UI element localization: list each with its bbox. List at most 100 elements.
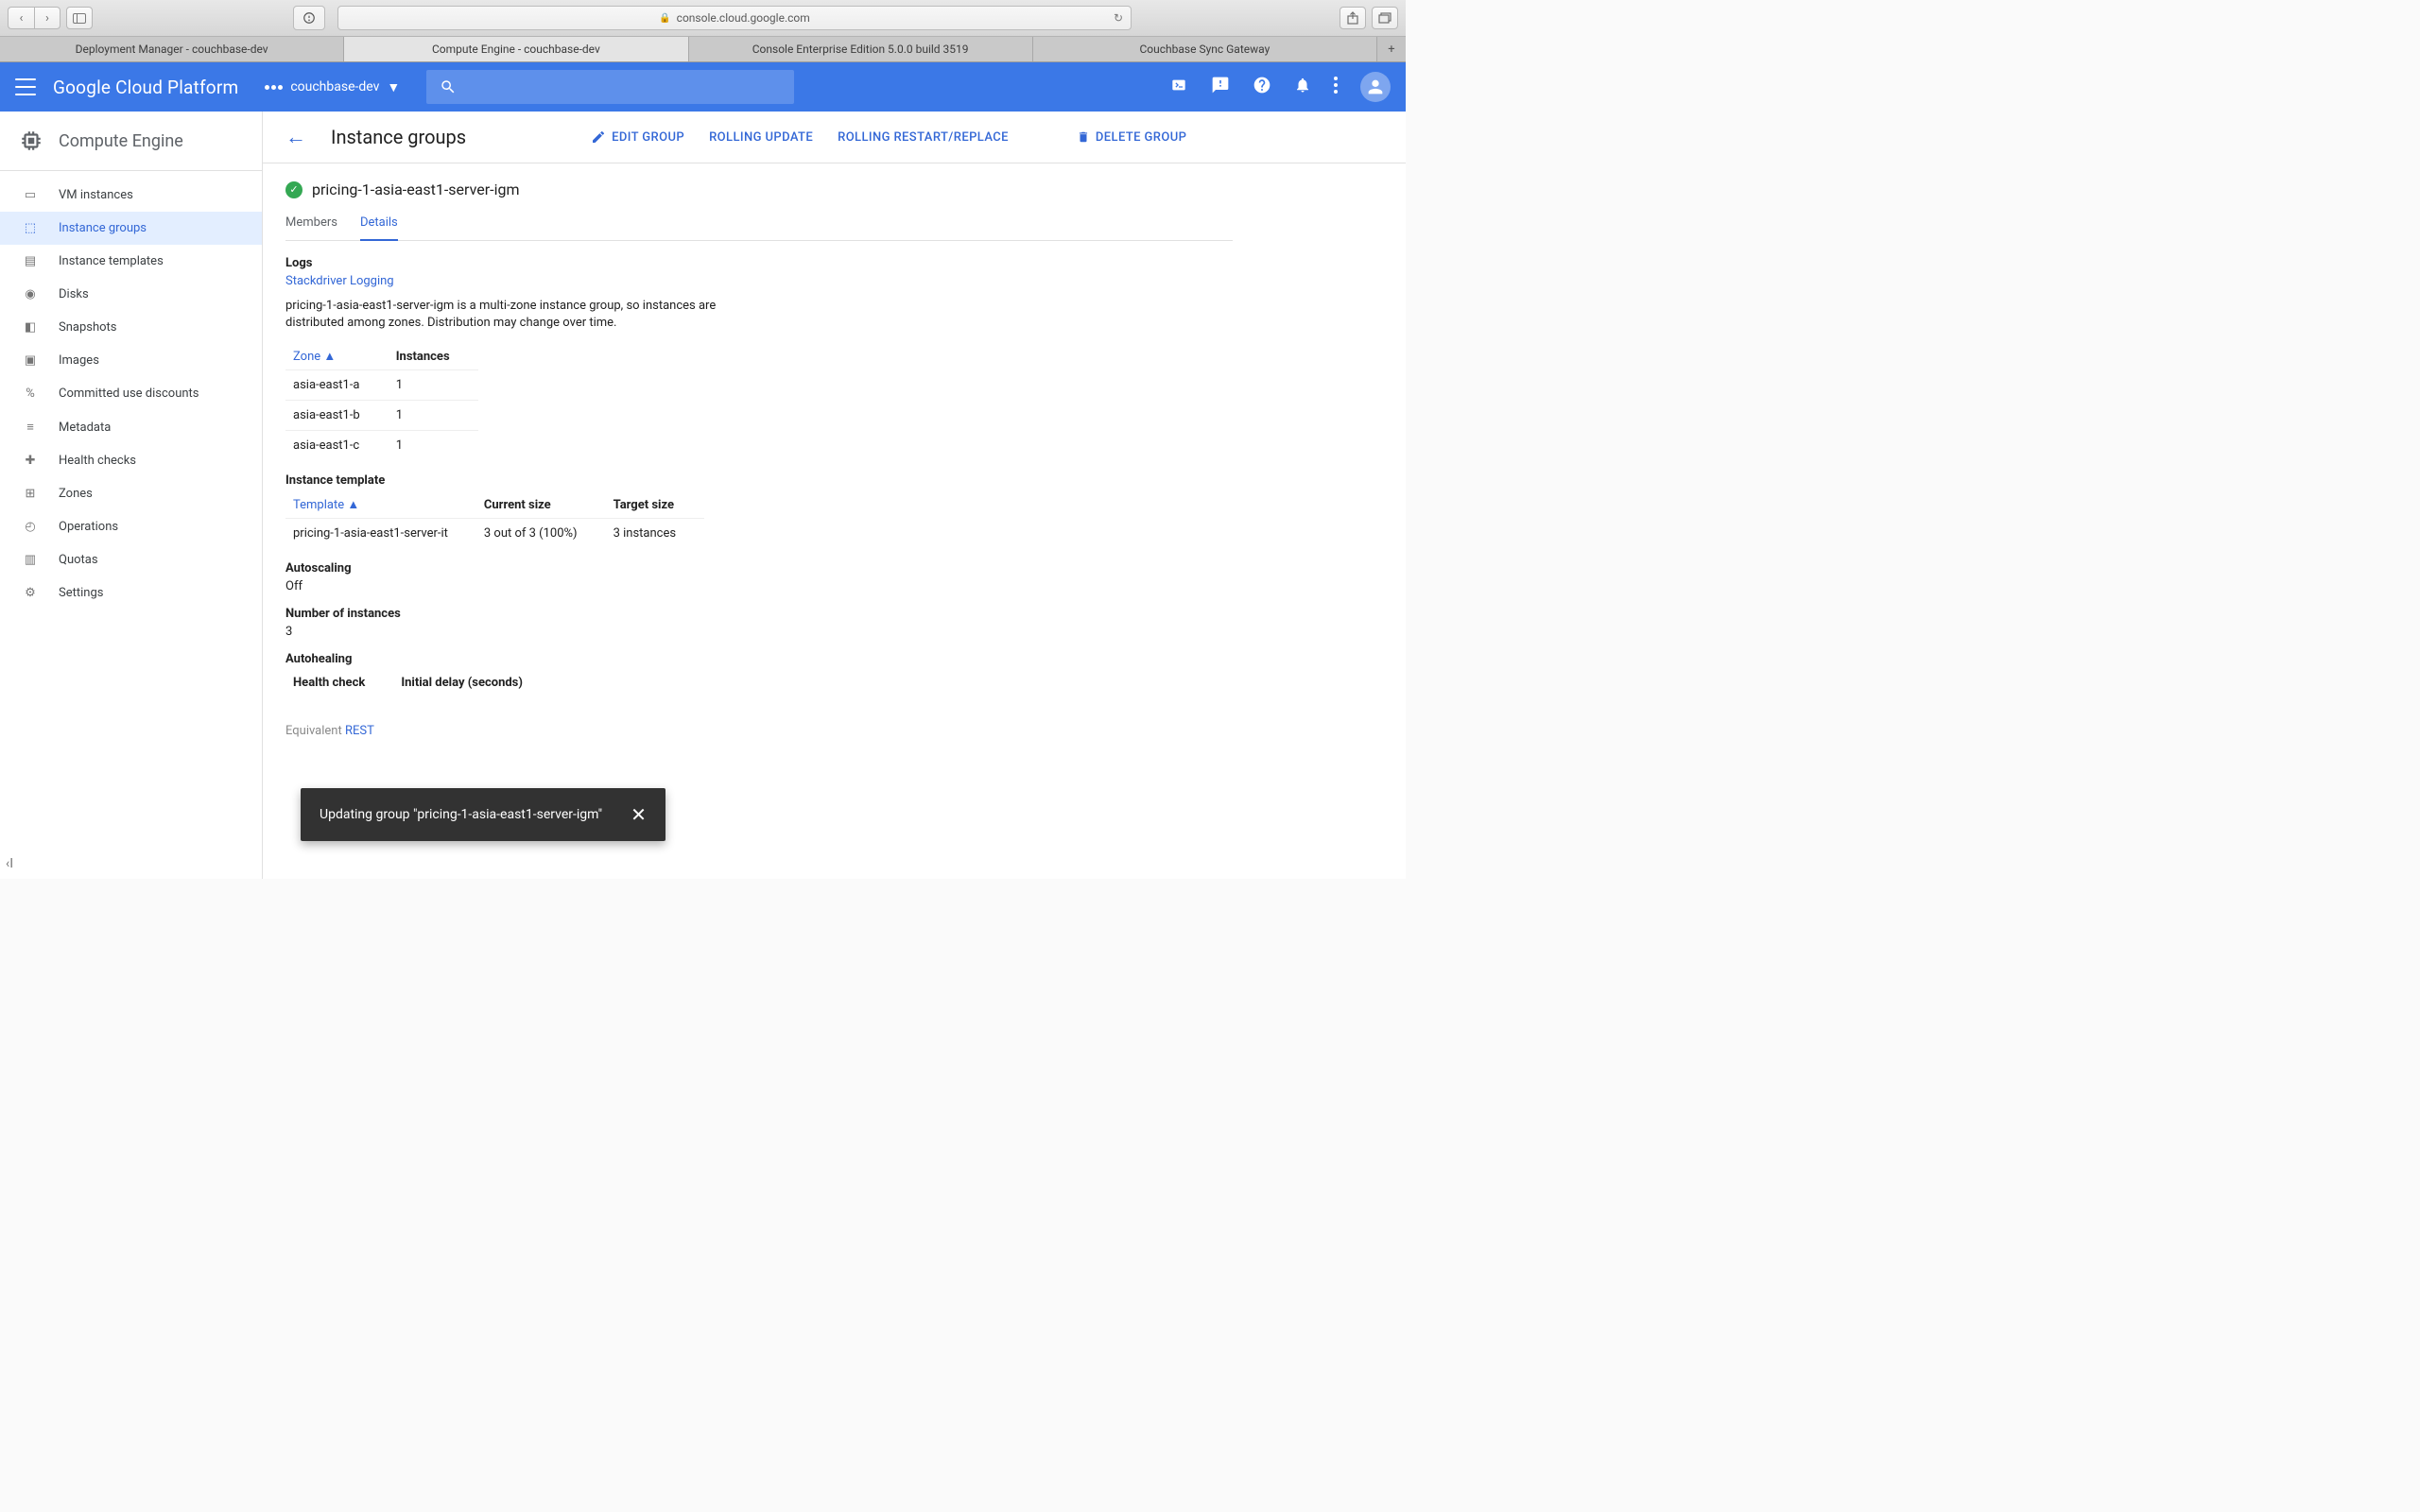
search-icon [440, 78, 457, 95]
rest-link[interactable]: REST [345, 724, 374, 738]
nav-icon: ⬚ [21, 221, 40, 235]
browser-tab[interactable]: Deployment Manager - couchbase-dev [0, 37, 344, 61]
url-bar[interactable]: 🔒 console.cloud.google.com ↻ [337, 6, 1132, 30]
nav-label: Instance templates [59, 254, 164, 268]
delay-header[interactable]: Initial delay (seconds) [393, 670, 551, 696]
template-label: Instance template [285, 473, 1233, 488]
close-icon[interactable]: ✕ [631, 803, 647, 826]
autoscaling-value: Off [285, 579, 1233, 593]
rolling-update-button[interactable]: ROLLING UPDATE [709, 130, 813, 145]
compute-engine-icon [19, 129, 43, 153]
search-input[interactable] [426, 70, 794, 104]
menu-icon[interactable] [15, 78, 36, 95]
table-row: asia-east1-b1 [285, 401, 478, 431]
sidebar-item-vm-instances[interactable]: ▭ VM instances [0, 179, 262, 212]
sidebar-item-instance-groups[interactable]: ⬚ Instance groups [0, 212, 262, 245]
more-icon[interactable] [1334, 77, 1338, 98]
nav-label: Health checks [59, 454, 136, 468]
platform-logo[interactable]: Google Cloud Platform [53, 77, 238, 98]
autohealing-label: Autohealing [285, 652, 1233, 666]
sidebar-nav: ▭ VM instances ⬚ Instance groups ▤ Instance t… [0, 171, 262, 617]
new-tab-button[interactable]: + [1377, 37, 1406, 61]
notifications-icon[interactable] [1294, 76, 1311, 99]
sidebar-item-zones[interactable]: ⊞Zones [0, 477, 262, 510]
reader-button[interactable] [293, 6, 325, 30]
table-row: asia-east1-c1 [285, 431, 478, 461]
current-size-header[interactable]: Current size [476, 491, 606, 519]
nav-label: Images [59, 353, 99, 368]
reload-icon[interactable]: ↻ [1114, 11, 1123, 25]
table-row: asia-east1-a1 [285, 370, 478, 401]
instances-count-label: Number of instances [285, 607, 1233, 621]
forward-button[interactable]: › [34, 7, 60, 29]
nav-icon: ▭ [21, 188, 40, 202]
nav-icon: ⊞ [21, 487, 40, 501]
sidebar-item-metadata[interactable]: ≡Metadata [0, 410, 262, 444]
sidebar-item-disks[interactable]: ◉Disks [0, 278, 262, 311]
health-check-header[interactable]: Health check [285, 670, 393, 696]
stackdriver-link[interactable]: Stackdriver Logging [285, 274, 1233, 288]
sidebar-item-instance-templates[interactable]: ▤ Instance templates [0, 245, 262, 278]
target-size-header[interactable]: Target size [606, 491, 705, 519]
action-bar: ← Instance groups EDIT GROUP ROLLING UPD… [263, 112, 1406, 163]
sidebar-collapse[interactable]: ‹I [0, 849, 262, 879]
status-ok-icon: ✓ [285, 181, 302, 198]
sidebar-item-operations[interactable]: ◴Operations [0, 510, 262, 543]
nav-label: Operations [59, 520, 118, 534]
project-picker[interactable]: couchbase-dev ▼ [255, 74, 409, 101]
template-header[interactable]: Template ▲ [285, 491, 476, 519]
table-row: pricing-1-asia-east1-server-it 3 out of … [285, 519, 704, 549]
sidebar-item-quotas[interactable]: ▥Quotas [0, 543, 262, 576]
sidebar-item-settings[interactable]: ⚙Settings [0, 576, 262, 610]
toast-message: Updating group "pricing-1-asia-east1-ser… [320, 807, 602, 822]
sidebar-item-snapshots[interactable]: ◧Snapshots [0, 311, 262, 344]
tab-members[interactable]: Members [285, 210, 337, 240]
sidebar-item-health-checks[interactable]: ✚ Health checks [0, 444, 262, 477]
main-content: ← Instance groups EDIT GROUP ROLLING UPD… [263, 112, 1406, 879]
toast: Updating group "pricing-1-asia-east1-ser… [301, 788, 666, 841]
delete-group-button[interactable]: DELETE GROUP [1077, 129, 1186, 145]
instances-count-value: 3 [285, 625, 1233, 639]
browser-tab[interactable]: Console Enterprise Edition 5.0.0 build 3… [689, 37, 1033, 61]
nav-label: Instance groups [59, 221, 147, 235]
avatar[interactable] [1360, 72, 1391, 102]
page-title: Instance groups [331, 126, 466, 148]
nav-label: Settings [59, 586, 103, 600]
autohealing-table: Health check Initial delay (seconds) [285, 670, 551, 696]
project-name: couchbase-dev [290, 79, 379, 94]
share-button[interactable] [1340, 7, 1366, 29]
edit-group-button[interactable]: EDIT GROUP [591, 129, 684, 145]
nav-icon: ▣ [21, 353, 40, 368]
nav-icon: ✚ [21, 454, 40, 468]
tabs-button[interactable] [1372, 7, 1398, 29]
zone-header[interactable]: Zone ▲ [285, 343, 389, 370]
sidebar-item-committed-use-discounts[interactable]: %Committed use discounts [0, 377, 262, 410]
browser-tab[interactable]: Compute Engine - couchbase-dev [344, 37, 688, 61]
nav-icon: ▤ [21, 254, 40, 268]
safari-toolbar: ‹ › 🔒 console.cloud.google.com ↻ [0, 0, 1406, 37]
sidebar-toggle-button[interactable] [66, 7, 93, 29]
cloud-shell-icon[interactable] [1169, 77, 1188, 97]
back-button[interactable]: ‹ [8, 7, 34, 29]
template-table: Template ▲ Current size Target size pric… [285, 491, 704, 548]
nav-back-forward: ‹ › [8, 7, 60, 29]
feedback-icon[interactable] [1211, 76, 1230, 99]
rolling-restart-button[interactable]: ROLLING RESTART/REPLACE [838, 130, 1009, 145]
nav-label: VM instances [59, 188, 133, 202]
sidebar: Compute Engine ▭ VM instances ⬚ Instance gr… [0, 112, 263, 879]
sidebar-item-images[interactable]: ▣ Images [0, 344, 262, 377]
nav-icon: ◉ [21, 287, 40, 301]
chevron-down-icon: ▼ [387, 79, 400, 95]
tab-details[interactable]: Details [360, 210, 398, 241]
back-arrow-icon[interactable]: ← [285, 125, 306, 149]
logs-label: Logs [285, 256, 1233, 270]
instances-header[interactable]: Instances [389, 343, 478, 370]
instance-group-name: ✓ pricing-1-asia-east1-server-igm [285, 180, 1233, 198]
header-utilities [1169, 72, 1391, 102]
zone-table: Zone ▲ Instances asia-east1-a1asia-east1… [285, 343, 478, 460]
autoscaling-label: Autoscaling [285, 561, 1233, 576]
help-icon[interactable] [1253, 76, 1271, 99]
equivalent-rest: Equivalent REST [285, 724, 1233, 738]
browser-tab[interactable]: Couchbase Sync Gateway [1033, 37, 1377, 61]
sidebar-header[interactable]: Compute Engine [0, 112, 262, 171]
